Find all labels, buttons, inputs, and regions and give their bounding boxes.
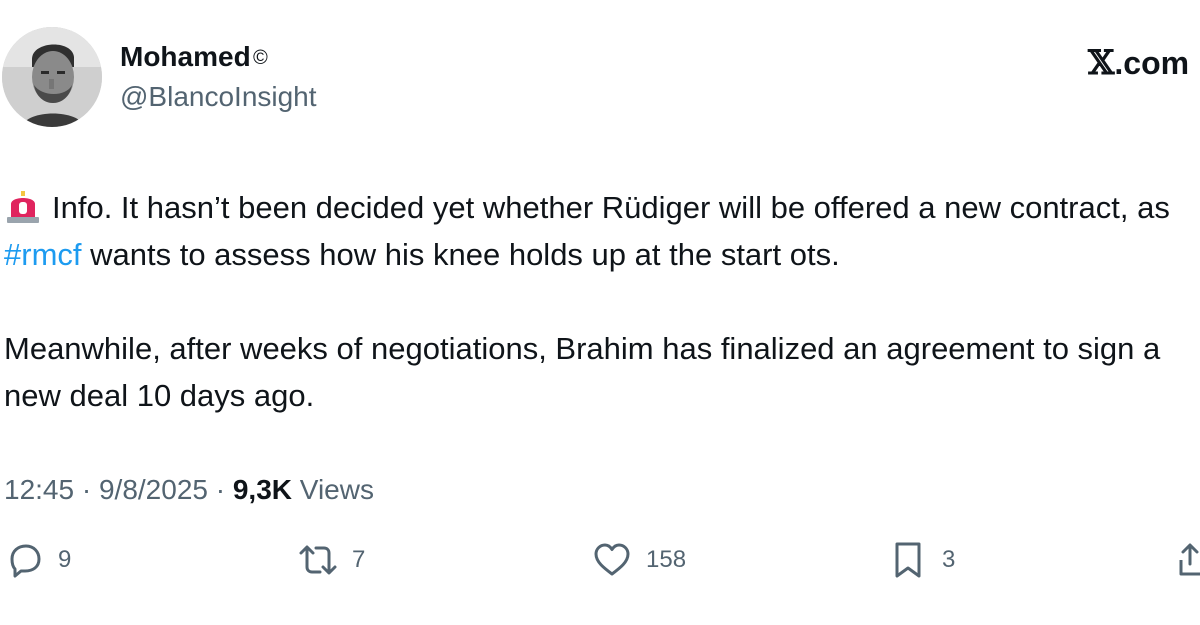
tweet-text: Info. It hasn’t been decided yet whether… bbox=[4, 184, 1194, 419]
avatar-portrait-image bbox=[2, 27, 102, 127]
meta-separator: · bbox=[207, 474, 233, 505]
tweet-time[interactable]: 12:45 bbox=[4, 474, 74, 505]
tweet-meta: 12:45 · 9/8/2025 · 9,3K Views bbox=[4, 470, 374, 510]
x-com-logo: 𝕏.com bbox=[1088, 44, 1189, 82]
brand-suffix: .com bbox=[1114, 45, 1190, 81]
repost-button[interactable]: 7 bbox=[298, 538, 365, 582]
heart-icon bbox=[594, 543, 630, 576]
meta-separator: · bbox=[74, 474, 99, 505]
tweet-actions: 9 7 158 3 bbox=[0, 538, 1200, 582]
hashtag-link[interactable]: #rmcf bbox=[4, 237, 82, 272]
reply-button[interactable]: 9 bbox=[4, 538, 71, 582]
tweet-header: Mohamed © @BlancoInsight 𝕏.com bbox=[0, 0, 1200, 140]
like-count: 158 bbox=[646, 546, 687, 573]
tweet-paragraph-1: Info. It hasn’t been decided yet whether… bbox=[4, 184, 1194, 278]
tweet-paragraph-2: Meanwhile, after weeks of negotiations, … bbox=[4, 331, 1161, 413]
views-label: Views bbox=[292, 474, 374, 505]
author-handle[interactable]: @BlancoInsight bbox=[120, 80, 317, 114]
siren-icon bbox=[4, 190, 42, 224]
repost-count: 7 bbox=[352, 546, 366, 573]
display-name-text: Mohamed bbox=[120, 41, 251, 72]
tweet-card: Mohamed © @BlancoInsight 𝕏.com Info. It h… bbox=[0, 0, 1200, 625]
share-button[interactable] bbox=[1178, 538, 1200, 582]
like-button[interactable]: 158 bbox=[592, 538, 686, 582]
author-display-name[interactable]: Mohamed © bbox=[120, 40, 267, 75]
bookmark-count: 3 bbox=[942, 546, 956, 573]
repost-icon bbox=[299, 545, 337, 575]
views-count[interactable]: 9,3K bbox=[233, 474, 292, 505]
bookmark-icon bbox=[895, 542, 921, 578]
tweet-text-part-1: Info. It hasn’t been decided yet whether… bbox=[52, 190, 1170, 225]
bookmark-button[interactable]: 3 bbox=[888, 538, 955, 582]
name-badge-icon: © bbox=[252, 47, 268, 69]
x-logo-icon: 𝕏 bbox=[1088, 43, 1115, 83]
avatar[interactable] bbox=[2, 27, 102, 127]
share-icon bbox=[1179, 543, 1200, 576]
reply-count: 9 bbox=[58, 546, 72, 573]
tweet-date[interactable]: 9/8/2025 bbox=[99, 474, 208, 505]
reply-icon bbox=[10, 544, 41, 578]
tweet-text-part-2: wants to assess how his knee holds up at… bbox=[81, 237, 840, 272]
